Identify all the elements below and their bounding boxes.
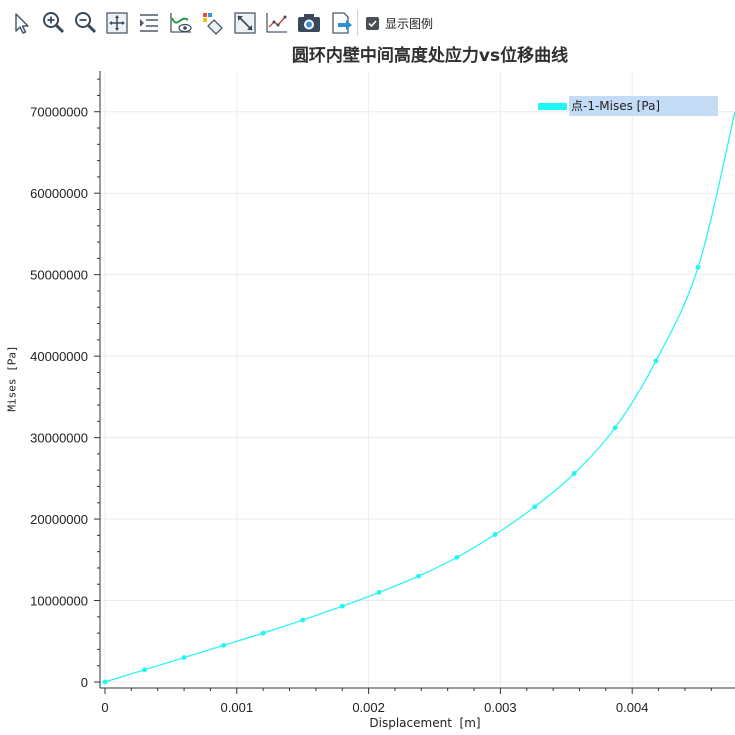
y-tick-label: 30000000 xyxy=(30,431,88,446)
data-point xyxy=(653,358,659,364)
data-point xyxy=(142,667,147,673)
data-point xyxy=(260,630,266,636)
x-tick-label: 0.004 xyxy=(616,700,649,715)
data-point xyxy=(221,642,227,648)
data-point xyxy=(416,573,422,579)
data-point xyxy=(612,425,618,431)
data-point xyxy=(532,504,538,510)
data-point xyxy=(454,554,460,560)
data-point xyxy=(339,603,345,609)
series-line xyxy=(104,111,735,683)
x-tick-label: 0.003 xyxy=(484,700,517,715)
y-tick-label: 0 xyxy=(81,675,88,690)
data-point xyxy=(571,471,577,476)
data-point xyxy=(376,589,382,595)
x-axis-label: Displacement [m] xyxy=(369,716,481,730)
y-tick-label: 70000000 xyxy=(30,105,88,120)
y-tick-label: 20000000 xyxy=(30,512,88,527)
y-axis-label: Mises [Pa] xyxy=(5,345,19,412)
x-tick-label: 0 xyxy=(101,700,108,715)
data-point xyxy=(300,617,306,623)
data-point xyxy=(181,655,187,660)
legend-series-label: 点-1-Mises [Pa] xyxy=(569,96,718,116)
x-tick-label: 0.002 xyxy=(352,700,385,715)
y-tick-label: 40000000 xyxy=(30,349,88,364)
chart-legend[interactable]: 点-1-Mises [Pa] xyxy=(536,96,718,116)
data-point xyxy=(695,264,701,270)
y-tick-label: 50000000 xyxy=(30,268,88,283)
x-tick-label: 0.001 xyxy=(221,700,254,715)
y-tick-label: 60000000 xyxy=(30,186,88,201)
data-point xyxy=(492,532,498,537)
y-tick-label: 10000000 xyxy=(30,594,88,609)
data-point xyxy=(102,679,108,685)
legend-swatch xyxy=(538,103,567,110)
